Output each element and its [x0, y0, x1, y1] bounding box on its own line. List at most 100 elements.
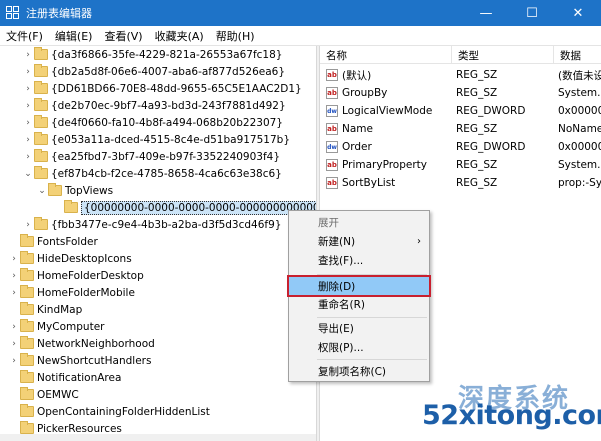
value-row[interactable]: dw LogicalViewMode REG_DWORD 0x00000: [320, 102, 601, 120]
registry-tree[interactable]: › {da3f6866-35fe-4229-821a-26553a67fc18} …: [0, 46, 316, 441]
value-name: LogicalViewMode: [342, 105, 433, 117]
close-button[interactable]: ✕: [555, 0, 601, 26]
expand-chevron-icon[interactable]: ›: [22, 148, 34, 165]
title-bar: 注册表编辑器 — ☐ ✕: [0, 0, 601, 26]
value-row[interactable]: ab (默认) REG_SZ (数值未设: [320, 66, 601, 84]
menu-item-find[interactable]: 查找(F)...: [289, 251, 429, 269]
value-row[interactable]: ab GroupBy REG_SZ System.S: [320, 84, 601, 102]
menu-separator: [317, 317, 427, 318]
menu-item-expand[interactable]: 展开: [289, 213, 429, 231]
column-header-name[interactable]: 名称: [320, 46, 452, 64]
collapse-chevron-icon[interactable]: ⌄: [36, 182, 48, 199]
dword-value-icon: dw: [326, 105, 338, 117]
folder-icon: [64, 200, 78, 213]
tree-item-selected[interactable]: {00000000-0000-0000-0000-000000000000}: [64, 199, 316, 216]
menu-help[interactable]: 帮助(H): [210, 28, 261, 44]
menu-separator: [317, 359, 427, 360]
expand-chevron-icon[interactable]: [8, 386, 20, 403]
expand-chevron-icon[interactable]: ›: [8, 267, 20, 284]
tree-item[interactable]: › {ea25fbd7-3bf7-409e-b97f-3352240903f4}: [22, 148, 280, 165]
folder-icon: [20, 421, 34, 434]
value-row[interactable]: ab Name REG_SZ NoName: [320, 120, 601, 138]
tree-item-label: {de4f0660-fa10-4b8f-a494-068b20b22307}: [51, 116, 283, 129]
column-header-data[interactable]: 数据: [554, 46, 601, 64]
folder-icon: [20, 251, 34, 264]
menu-item-export[interactable]: 导出(E): [289, 319, 429, 337]
expand-chevron-icon[interactable]: ›: [8, 335, 20, 352]
tree-item[interactable]: › {da3f6866-35fe-4229-821a-26553a67fc18}: [22, 46, 282, 63]
expand-chevron-icon[interactable]: ›: [8, 318, 20, 335]
tree-item[interactable]: › {db2a5d8f-06e6-4007-aba6-af877d526ea6}: [22, 63, 285, 80]
menu-favorites[interactable]: 收藏夹(A): [149, 28, 210, 44]
value-type: REG_DWORD: [456, 141, 526, 153]
tree-item-topviews[interactable]: ⌄ TopViews: [36, 182, 113, 199]
expand-chevron-icon[interactable]: [8, 301, 20, 318]
folder-icon: [20, 268, 34, 281]
folder-icon: [34, 217, 48, 230]
maximize-button[interactable]: ☐: [509, 0, 555, 26]
tree-item[interactable]: › HideDesktopIcons: [8, 250, 132, 267]
expand-chevron-icon[interactable]: ›: [22, 97, 34, 114]
menu-item-new[interactable]: 新建(N) ›: [289, 232, 429, 250]
expand-chevron-icon[interactable]: ›: [22, 114, 34, 131]
tree-item[interactable]: OEMWC: [8, 386, 79, 403]
expand-chevron-icon[interactable]: ›: [22, 216, 34, 233]
tree-item-label: NotificationArea: [37, 371, 122, 384]
menu-edit[interactable]: 编辑(E): [49, 28, 99, 44]
value-name: GroupBy: [342, 87, 388, 99]
value-data: System.S: [558, 87, 601, 99]
folder-icon: [34, 132, 48, 145]
collapse-chevron-icon[interactable]: ⌄: [22, 165, 34, 182]
expand-chevron-icon[interactable]: ›: [22, 63, 34, 80]
tree-item[interactable]: › HomeFolderMobile: [8, 284, 135, 301]
value-data: prop:-Sy: [558, 177, 601, 189]
tree-item[interactable]: › MyComputer: [8, 318, 104, 335]
list-header: 名称 类型 数据: [320, 46, 601, 64]
value-data: System.S: [558, 159, 601, 171]
folder-icon: [34, 81, 48, 94]
tree-item[interactable]: NotificationArea: [8, 369, 121, 386]
tree-item-label: KindMap: [37, 303, 83, 316]
submenu-arrow-icon: ›: [417, 235, 421, 247]
tree-item[interactable]: › {e053a11a-dced-4515-8c4e-d51ba917517b}: [22, 131, 290, 148]
menu-item-permissions[interactable]: 权限(P)...: [289, 338, 429, 356]
expand-chevron-icon[interactable]: ›: [22, 46, 34, 63]
tree-horizontal-scrollbar[interactable]: [0, 434, 316, 441]
value-type: REG_SZ: [456, 87, 498, 99]
value-type: REG_SZ: [456, 69, 498, 81]
menu-item-rename[interactable]: 重命名(R): [289, 295, 429, 313]
folder-icon: [20, 302, 34, 315]
expand-chevron-icon[interactable]: ›: [8, 284, 20, 301]
tree-item-expanded[interactable]: ⌄ {ef87b4cb-f2ce-4785-8658-4ca6c63e38c6}: [22, 165, 282, 182]
expand-chevron-icon[interactable]: ›: [8, 250, 20, 267]
tree-item[interactable]: › {fbb3477e-c9e4-4b3b-a2ba-d3f5d3cd46f9}: [22, 216, 281, 233]
value-name: Name: [342, 123, 373, 135]
menu-view[interactable]: 查看(V): [98, 28, 148, 44]
expand-chevron-icon[interactable]: [8, 403, 20, 420]
expand-chevron-icon[interactable]: ›: [22, 131, 34, 148]
value-row[interactable]: dw Order REG_DWORD 0x00000: [320, 138, 601, 156]
tree-item[interactable]: › NetworkNeighborhood: [8, 335, 155, 352]
minimize-button[interactable]: —: [463, 0, 509, 26]
tree-item[interactable]: › {de4f0660-fa10-4b8f-a494-068b20b22307}: [22, 114, 283, 131]
tree-item[interactable]: › {DD61BD66-70E8-48dd-9655-65C5E1AAC2D1}: [22, 80, 302, 97]
tree-item-label: TopViews: [65, 184, 114, 197]
expand-chevron-icon[interactable]: [8, 233, 20, 250]
menu-file[interactable]: 文件(F): [0, 28, 49, 44]
value-row[interactable]: ab PrimaryProperty REG_SZ System.S: [320, 156, 601, 174]
value-row[interactable]: ab SortByList REG_SZ prop:-Sy: [320, 174, 601, 192]
tree-item[interactable]: FontsFolder: [8, 233, 98, 250]
tree-item[interactable]: › NewShortcutHandlers: [8, 352, 151, 369]
column-header-type[interactable]: 类型: [452, 46, 554, 64]
expand-chevron-icon[interactable]: [8, 369, 20, 386]
tree-item[interactable]: › {de2b70ec-9bf7-4a93-bd3d-243f7881d492}: [22, 97, 286, 114]
tree-item[interactable]: › HomeFolderDesktop: [8, 267, 144, 284]
tree-item[interactable]: OpenContainingFolderHiddenList: [8, 403, 210, 420]
tree-item[interactable]: KindMap: [8, 301, 82, 318]
tree-item-label: {ef87b4cb-f2ce-4785-8658-4ca6c63e38c6}: [51, 167, 282, 180]
tree-item-label: HomeFolderMobile: [37, 286, 135, 299]
value-type: REG_DWORD: [456, 105, 526, 117]
expand-chevron-icon[interactable]: ›: [8, 352, 20, 369]
expand-chevron-icon[interactable]: ›: [22, 80, 34, 97]
menu-item-delete[interactable]: 删除(D): [287, 275, 431, 297]
